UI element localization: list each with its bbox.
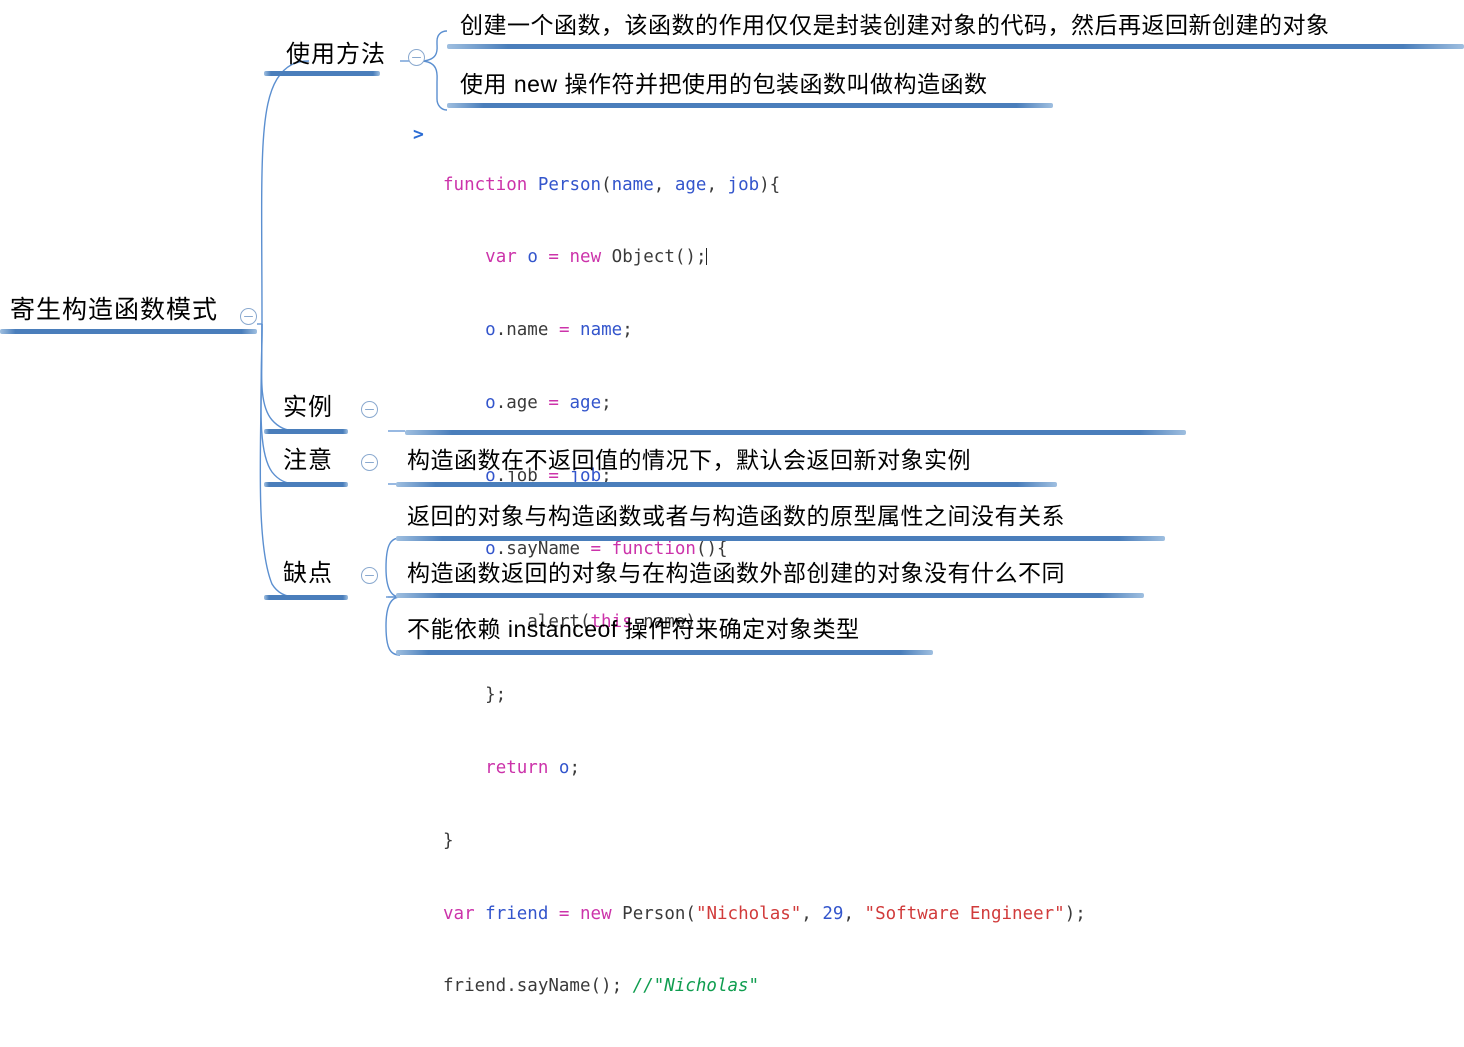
leaf-node-usage-2-label: 使用 new 操作符并把使用的包装函数叫做构造函数 (460, 71, 988, 97)
leaf-node-usage-2[interactable]: 使用 new 操作符并把使用的包装函数叫做构造函数 (460, 73, 987, 96)
code-line-10: } (443, 830, 454, 851)
leaf-node-usage-2-underline (447, 103, 1053, 108)
branch-example-collapse-minus-icon[interactable] (361, 401, 378, 418)
leaf-node-usage-1-label: 创建一个函数，该函数的作用仅仅是封装创建对象的代码，然后再返回新创建的对象 (460, 12, 1330, 38)
branch-drawback-collapse-minus-icon[interactable] (361, 567, 378, 584)
leaf-node-drawback-3-underline (396, 650, 933, 655)
mindmap-canvas: 寄生构造函数模式 使用方法 创建一个函数，该函数的作用仅仅是封装创建对象的代码，… (0, 0, 1464, 996)
branch-node-note-label: 注意 (283, 447, 333, 474)
leaf-node-drawback-3-label: 不能依赖 instanceof 操作符来确定对象类型 (407, 616, 860, 642)
branch-node-drawback-label: 缺点 (283, 560, 333, 587)
leaf-node-drawback-3[interactable]: 不能依赖 instanceof 操作符来确定对象类型 (407, 618, 860, 641)
root-node-label: 寄生构造函数模式 (10, 296, 219, 324)
leaf-node-usage-1-underline (447, 44, 1464, 49)
leaf-node-drawback-1-label: 返回的对象与构造函数或者与构造函数的原型属性之间没有关系 (407, 503, 1065, 529)
branch-node-note[interactable]: 注意 (283, 449, 333, 473)
code-line-3: o.name = name; (485, 320, 633, 341)
code-line-11: var friend = new Person("Nicholas", 29, … (443, 903, 1086, 924)
code-line-1: function Person(name, age, job){ (443, 174, 781, 195)
chevron-right-icon: > (413, 124, 424, 145)
leaf-node-drawback-2[interactable]: 构造函数返回的对象与在构造函数外部创建的对象没有什么不同 (407, 562, 1065, 585)
branch-node-note-underline (264, 482, 348, 487)
leaf-node-drawback-1[interactable]: 返回的对象与构造函数或者与构造函数的原型属性之间没有关系 (407, 505, 1065, 528)
leaf-node-note-1-underline (396, 482, 1057, 487)
root-node-underline (0, 329, 257, 334)
leaf-node-note-1[interactable]: 构造函数在不返回值的情况下，默认会返回新对象实例 (407, 449, 971, 472)
leaf-node-drawback-1-underline (396, 536, 1165, 541)
branch-node-drawback[interactable]: 缺点 (283, 562, 333, 586)
branch-node-usage-label: 使用方法 (286, 41, 386, 68)
leaf-node-note-1-label: 构造函数在不返回值的情况下，默认会返回新对象实例 (407, 447, 971, 473)
branch-node-usage-underline (264, 71, 380, 76)
branch-node-usage[interactable]: 使用方法 (286, 43, 386, 67)
root-node[interactable]: 寄生构造函数模式 (10, 298, 218, 323)
branch-node-example[interactable]: 实例 (283, 396, 333, 420)
code-block-underline (405, 430, 1186, 435)
branch-node-drawback-underline (264, 595, 348, 600)
branch-usage-collapse-minus-icon[interactable] (408, 49, 425, 66)
code-line-9: return o; (485, 757, 581, 778)
leaf-node-drawback-2-underline (396, 593, 1144, 598)
root-collapse-minus-icon[interactable] (240, 308, 257, 325)
code-line-2: var o = new Object(); (485, 247, 708, 268)
code-line-4: o.age = age; (485, 393, 612, 414)
branch-note-collapse-minus-icon[interactable] (361, 454, 378, 471)
branch-node-example-label: 实例 (283, 394, 333, 421)
code-line-8: }; (443, 684, 507, 705)
leaf-node-drawback-2-label: 构造函数返回的对象与在构造函数外部创建的对象没有什么不同 (407, 560, 1065, 586)
code-line-12: friend.sayName(); //"Nicholas" (443, 976, 760, 997)
branch-node-example-underline (264, 429, 348, 434)
leaf-node-usage-1[interactable]: 创建一个函数，该函数的作用仅仅是封装创建对象的代码，然后再返回新创建的对象 (460, 14, 1330, 37)
